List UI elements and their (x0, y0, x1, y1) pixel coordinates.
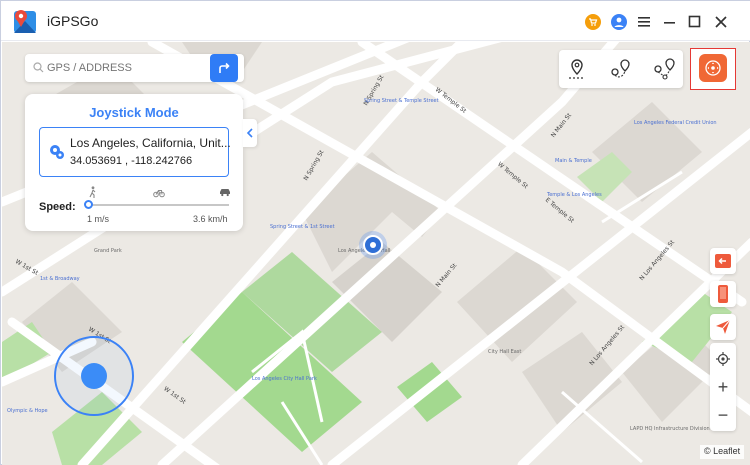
user-icon[interactable] (611, 14, 627, 30)
map-attribution[interactable]: © Leaflet (700, 445, 745, 459)
poi-label: Grand Park (94, 248, 122, 254)
search-go-button[interactable] (210, 54, 238, 82)
send-button[interactable] (710, 314, 736, 340)
zoom-control: + − (710, 343, 736, 431)
joystick-mode-icon[interactable] (699, 54, 727, 82)
zoom-out-button[interactable]: − (710, 401, 736, 429)
poi-label: City Hall East (488, 349, 522, 355)
close-icon[interactable] (713, 14, 729, 30)
poi-label: Los Angeles Federal Credit Union (634, 120, 717, 126)
poi-label: Spring Street & 1st Street (270, 224, 335, 230)
app-title: iGPSGo (47, 13, 99, 29)
walk-icon[interactable] (87, 186, 99, 198)
poi-label: Los Angeles City Hall Park (252, 376, 317, 382)
poi-label: 1st & Broadway (40, 276, 80, 282)
joystick-knob[interactable] (81, 363, 107, 389)
exit-icon (715, 254, 731, 268)
search-input[interactable] (47, 59, 227, 77)
multi-spot-route-icon[interactable] (651, 56, 679, 82)
app-window: iGPSGo N Spring St W Temple St N Main St… (0, 0, 750, 465)
location-box[interactable]: Los Angeles, California, Unit... 34.0536… (39, 127, 231, 177)
location-pin-icon (49, 144, 65, 160)
send-icon (716, 319, 731, 334)
poi-label: Temple & Los Angeles (547, 192, 602, 198)
speed-label: Speed: (39, 201, 76, 213)
two-spot-route-icon[interactable] (607, 56, 635, 82)
location-coordinates: 34.053691 , -118.242766 (70, 155, 193, 167)
bike-icon[interactable] (153, 186, 165, 198)
location-name: Los Angeles, California, Unit... (70, 136, 231, 150)
chevron-left-icon (246, 128, 253, 138)
maximize-icon[interactable] (687, 14, 703, 30)
redirect-arrow-icon (219, 62, 230, 73)
car-icon[interactable] (219, 186, 231, 198)
route-mode-bar (559, 50, 683, 88)
device-button[interactable] (710, 281, 736, 307)
panel-title: Joystick Mode (89, 105, 179, 120)
speed-slider-track[interactable] (88, 204, 229, 206)
poi-label: Olympic & Hope (7, 408, 48, 414)
locate-icon (716, 352, 730, 366)
joystick-mode-button-highlight (690, 48, 736, 90)
title-bar: iGPSGo (1, 1, 750, 41)
panel-collapse-button[interactable] (243, 119, 257, 147)
teleport-icon[interactable] (563, 56, 591, 82)
poi-label: LAPD HQ Infrastructure Division (630, 426, 710, 432)
cart-icon[interactable] (585, 14, 601, 30)
app-logo-icon (11, 7, 39, 35)
poi-label: Main & Temple (555, 158, 592, 164)
minimize-icon[interactable] (662, 14, 678, 30)
speed-max-label: 3.6 km/h (193, 214, 228, 224)
search-icon (33, 62, 44, 73)
speed-min-label: 1 m/s (87, 214, 110, 224)
speed-slider-thumb[interactable] (84, 200, 93, 209)
zoom-in-button[interactable]: + (710, 373, 736, 401)
phone-icon (718, 285, 728, 303)
joystick-panel: Joystick Mode Los Angeles, California, U… (25, 94, 243, 231)
menu-icon[interactable] (637, 14, 653, 30)
exit-button[interactable] (710, 248, 736, 274)
current-location-dot (370, 242, 376, 248)
locate-button[interactable] (710, 345, 736, 373)
poi-label: Spring Street & Temple Street (364, 98, 439, 104)
